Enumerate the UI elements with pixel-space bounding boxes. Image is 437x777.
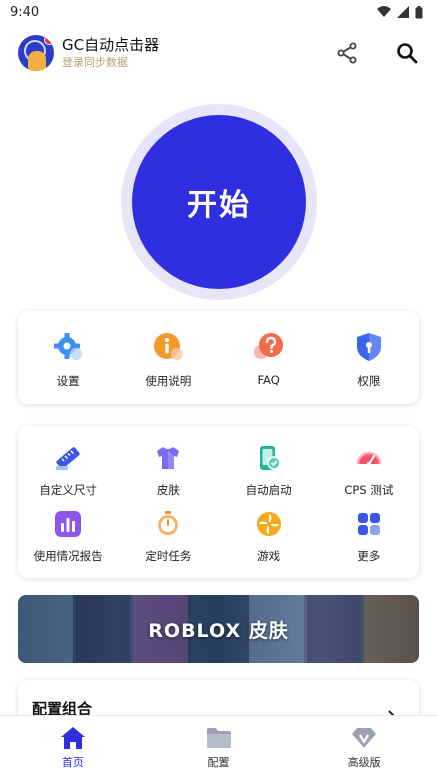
battery-icon bbox=[415, 5, 423, 18]
stopwatch-icon bbox=[152, 508, 184, 540]
tools-row-2: 使用情况报告 定时任务 游戏 更多 bbox=[18, 508, 419, 570]
usage-report-tile[interactable]: 使用情况报告 bbox=[18, 508, 118, 570]
tools-card: 自定义尺寸 皮肤 自动启动 CPS 测试 使用情况报告 定时任务 游戏 更多 bbox=[18, 426, 419, 578]
cps-test-label: CPS 测试 bbox=[344, 483, 394, 497]
more-label: 更多 bbox=[357, 549, 381, 563]
search-icon bbox=[397, 43, 418, 64]
games-tile[interactable]: 游戏 bbox=[219, 508, 319, 570]
banner-title: ROBLOX 皮肤 bbox=[148, 619, 289, 642]
title-block: GC自动点击器 登录同步数据 bbox=[62, 36, 159, 70]
cps-test-tile[interactable]: CPS 测试 bbox=[319, 442, 419, 504]
grid-icon bbox=[353, 508, 385, 540]
phone-auto-icon bbox=[253, 442, 285, 474]
permissions-label: 权限 bbox=[357, 374, 381, 388]
shield-icon bbox=[353, 331, 385, 363]
home-icon bbox=[60, 726, 85, 749]
skin-label: 皮肤 bbox=[156, 483, 180, 497]
ruler-icon bbox=[52, 442, 84, 474]
faq-label: FAQ bbox=[257, 373, 280, 387]
faq-tile[interactable]: FAQ bbox=[219, 311, 319, 404]
instructions-tile[interactable]: 使用说明 bbox=[118, 311, 218, 404]
custom-size-tile[interactable]: 自定义尺寸 bbox=[18, 442, 118, 504]
scheduled-task-label: 定时任务 bbox=[145, 549, 192, 563]
nav-config-label: 配置 bbox=[207, 755, 230, 769]
roblox-skin-banner[interactable]: ROBLOX 皮肤 bbox=[18, 595, 419, 663]
nav-home-label: 首页 bbox=[61, 755, 84, 769]
nav-home[interactable]: 首页 bbox=[0, 716, 146, 777]
signal-icon bbox=[397, 6, 409, 18]
instructions-label: 使用说明 bbox=[145, 374, 192, 388]
diamond-icon bbox=[352, 727, 377, 748]
settings-tile[interactable]: 设置 bbox=[18, 311, 118, 404]
pinwheel-icon bbox=[253, 508, 285, 540]
speedometer-icon bbox=[353, 442, 385, 474]
tools-row-1: 自定义尺寸 皮肤 自动启动 CPS 测试 bbox=[18, 442, 419, 504]
info-icon bbox=[152, 331, 184, 363]
games-label: 游戏 bbox=[257, 549, 281, 563]
gear-icon bbox=[52, 331, 84, 363]
wifi-icon bbox=[377, 6, 391, 17]
quick-actions-card: 设置 使用说明 FAQ 权限 bbox=[18, 311, 419, 404]
share-button[interactable] bbox=[335, 41, 359, 65]
usage-report-label: 使用情况报告 bbox=[33, 549, 103, 563]
permissions-tile[interactable]: 权限 bbox=[319, 311, 419, 404]
logo-hand bbox=[28, 51, 46, 71]
question-icon bbox=[253, 331, 285, 363]
nav-premium[interactable]: 高级版 bbox=[291, 716, 437, 777]
shirt-icon bbox=[152, 442, 184, 474]
app-header: GC自动点击器 登录同步数据 bbox=[0, 28, 437, 78]
bottom-nav: 首页 配置 高级版 bbox=[0, 715, 437, 777]
app-logo bbox=[18, 35, 54, 71]
header-actions bbox=[335, 41, 419, 65]
share-icon bbox=[337, 42, 357, 64]
skin-tile[interactable]: 皮肤 bbox=[118, 442, 218, 504]
status-time: 9:40 bbox=[10, 4, 40, 20]
login-sync-link[interactable]: 登录同步数据 bbox=[62, 56, 159, 70]
custom-size-label: 自定义尺寸 bbox=[39, 483, 97, 497]
auto-start-label: 自动启动 bbox=[245, 483, 292, 497]
start-button-ring: 开始 bbox=[121, 104, 317, 300]
scheduled-task-tile[interactable]: 定时任务 bbox=[118, 508, 218, 570]
status-bar: 9:40 bbox=[0, 0, 437, 24]
folder-icon bbox=[206, 727, 231, 748]
logo-dot bbox=[44, 35, 54, 45]
settings-label: 设置 bbox=[56, 374, 80, 388]
app-title: GC自动点击器 bbox=[62, 36, 160, 54]
start-button[interactable]: 开始 bbox=[132, 115, 306, 289]
nav-premium-label: 高级版 bbox=[347, 755, 381, 769]
nav-config[interactable]: 配置 bbox=[146, 716, 292, 777]
auto-start-tile[interactable]: 自动启动 bbox=[219, 442, 319, 504]
search-button[interactable] bbox=[395, 41, 419, 65]
bar-chart-icon bbox=[52, 508, 84, 540]
more-tile[interactable]: 更多 bbox=[319, 508, 419, 570]
status-icons bbox=[377, 5, 423, 19]
